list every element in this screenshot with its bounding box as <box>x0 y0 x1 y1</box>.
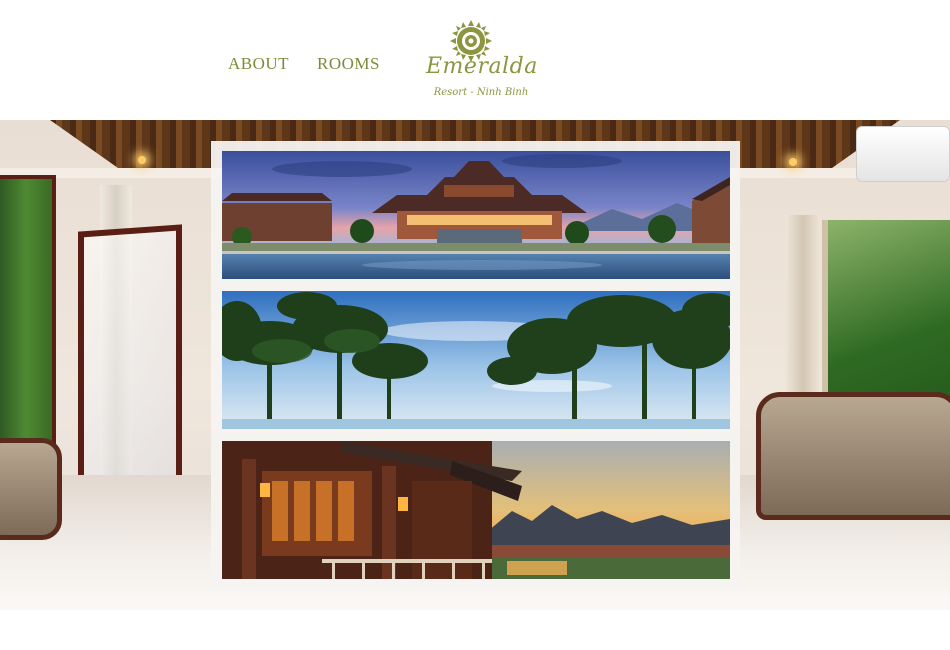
sofa-right <box>756 392 950 520</box>
site-header: ABOUT ROOMS Emeralda Resort - Ninh Binh <box>0 0 950 120</box>
wall-lamp-right <box>789 158 797 166</box>
gallery-photo-palm-trees[interactable] <box>222 291 730 429</box>
sofa-left <box>0 438 62 540</box>
wall-lamp-left <box>138 156 146 164</box>
site-logo[interactable]: Emeralda Resort - Ninh Binh <box>420 18 540 108</box>
logo-wordmark: Emeralda <box>426 54 538 79</box>
palm-trees-image <box>222 291 730 429</box>
air-conditioner <box>856 126 950 182</box>
gallery-photo-resort-building[interactable] <box>222 151 730 279</box>
photo-gallery-panel <box>211 141 740 588</box>
resort-building-image <box>222 151 730 279</box>
logo-subtitle: Resort - Ninh Binh <box>433 87 529 98</box>
nav-link-rooms[interactable]: ROOMS <box>317 54 380 74</box>
glass-door-left <box>78 224 182 506</box>
nav-link-about[interactable]: ABOUT <box>228 54 289 74</box>
gallery-photo-pavilion-sunset[interactable] <box>222 441 730 579</box>
pavilion-sunset-image <box>222 441 730 579</box>
